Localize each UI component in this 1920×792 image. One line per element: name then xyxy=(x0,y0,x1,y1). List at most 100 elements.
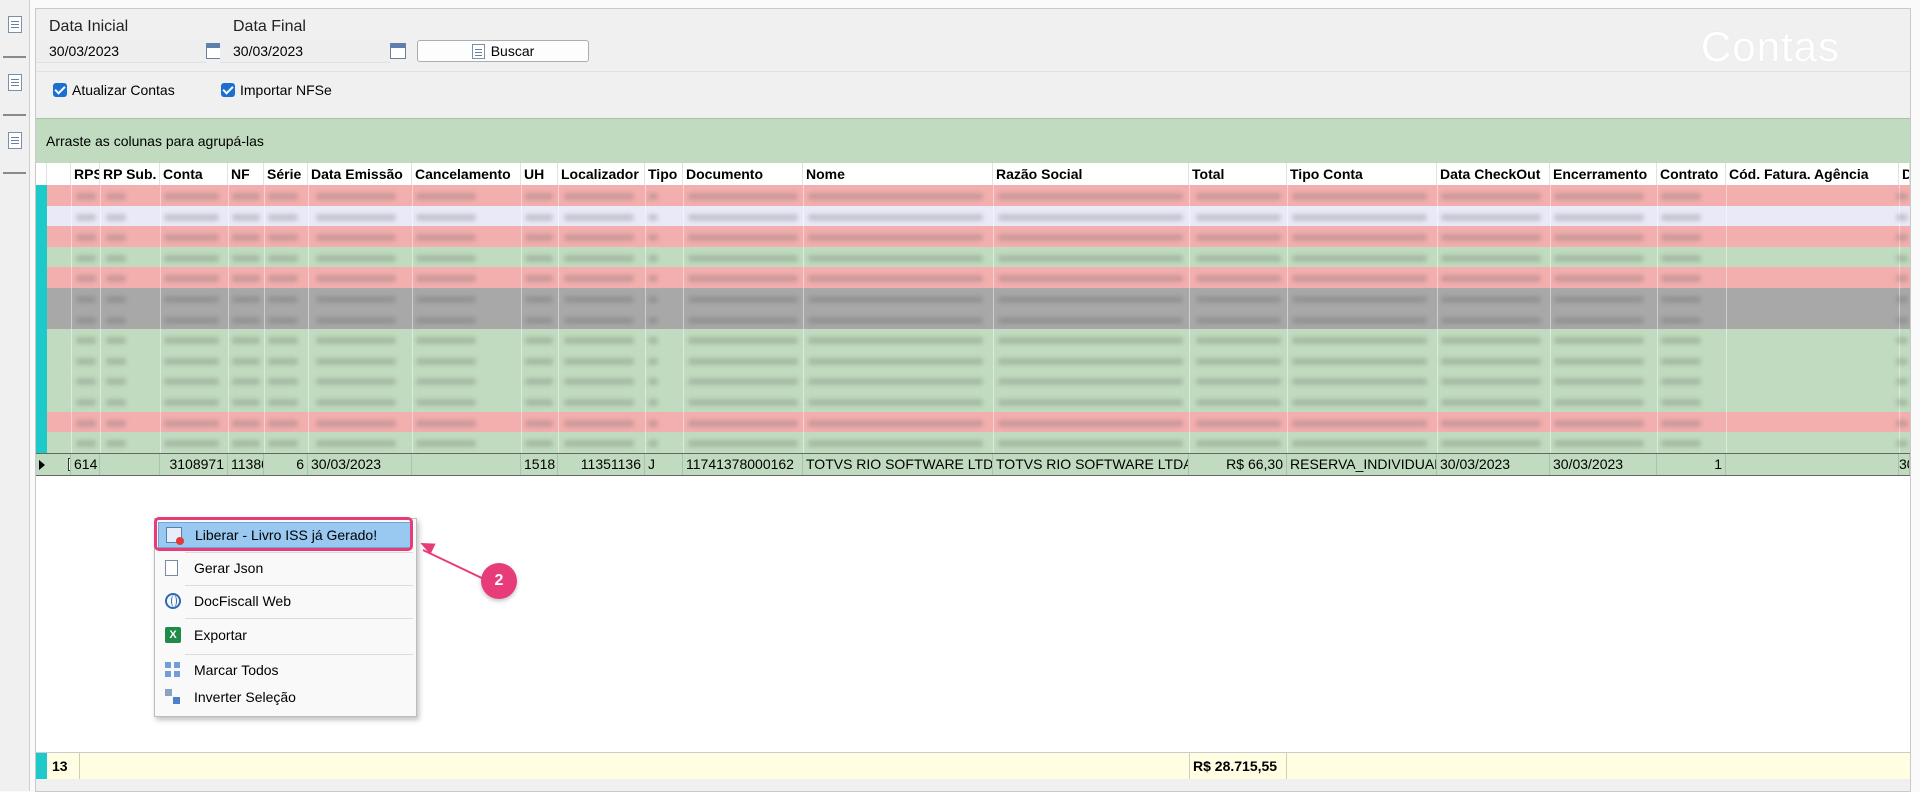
column-header[interactable]: Contrato xyxy=(1657,163,1726,185)
column-header[interactable]: Data CheckOut xyxy=(1437,163,1550,185)
table-row[interactable] xyxy=(36,370,1910,393)
table-row[interactable] xyxy=(36,411,1910,434)
table-row[interactable] xyxy=(36,205,1910,228)
column-header[interactable]: Localizador xyxy=(558,163,645,185)
column-divider xyxy=(264,267,265,289)
column-divider xyxy=(1287,288,1288,309)
column-header[interactable]: RP Sub. xyxy=(100,163,160,185)
column-divider xyxy=(228,246,229,268)
column-divider xyxy=(264,246,265,268)
selected-table-row[interactable]: 614 3108971 11380 6 30/03/2023 1518 1135… xyxy=(36,453,1910,476)
import-nfse-checkbox[interactable]: Importar NFSe xyxy=(221,82,332,98)
menu-item-marcar-todos[interactable]: Marcar Todos xyxy=(155,655,416,685)
column-header[interactable]: Tipo xyxy=(645,163,683,185)
redacted-cell xyxy=(564,193,634,200)
redacted-cell xyxy=(808,193,983,200)
column-divider xyxy=(1550,205,1551,227)
column-header[interactable]: Data Emissão xyxy=(308,163,412,185)
column-divider xyxy=(645,329,646,351)
table-row[interactable] xyxy=(36,185,1910,207)
menu-item-docfiscall-web[interactable]: DocFiscall Web xyxy=(155,586,416,616)
column-divider xyxy=(1189,205,1190,227)
column-header[interactable]: Conta xyxy=(160,163,228,185)
redacted-cell xyxy=(808,275,983,283)
calendar-icon[interactable] xyxy=(390,43,406,59)
column-divider xyxy=(264,391,265,412)
column-divider xyxy=(803,226,804,248)
column-divider xyxy=(71,288,72,309)
redacted-cell xyxy=(164,316,219,324)
column-header[interactable]: Tipo Conta xyxy=(1287,163,1437,185)
redacted-cell xyxy=(76,193,96,200)
json-doc-icon xyxy=(165,560,178,576)
redacted-cell xyxy=(1896,234,1908,242)
redacted-cell xyxy=(1661,296,1701,303)
column-divider xyxy=(803,370,804,392)
redacted-cell xyxy=(1196,337,1281,345)
redacted-cell xyxy=(1554,275,1644,283)
redacted-cell xyxy=(416,399,476,406)
column-header[interactable]: Total xyxy=(1189,163,1287,185)
redacted-cell xyxy=(106,296,126,303)
menu-item-exportar[interactable]: X Exportar xyxy=(155,620,416,650)
group-by-panel[interactable]: Arraste as colunas para agrupá-las xyxy=(36,118,1910,163)
table-row[interactable] xyxy=(36,308,1910,331)
redacted-cell xyxy=(1292,378,1427,386)
redacted-cell xyxy=(1661,275,1701,283)
column-header[interactable]: Nome xyxy=(803,163,993,185)
column-header[interactable]: Série xyxy=(264,163,308,185)
start-date-input[interactable]: 30/03/2023 xyxy=(36,39,206,63)
redacted-cell xyxy=(1554,419,1644,427)
table-row[interactable] xyxy=(36,432,1910,455)
redacted-cell xyxy=(164,193,219,200)
column-header[interactable]: Documento xyxy=(683,163,803,185)
end-date-input[interactable]: 30/03/2023 xyxy=(220,39,390,63)
row-select-cell[interactable] xyxy=(47,454,71,475)
menu-item-inverter-selecao[interactable]: Inverter Seleção xyxy=(155,682,416,712)
column-divider xyxy=(100,246,101,268)
left-toolbar-button-3[interactable] xyxy=(3,122,26,174)
window-title: Contas xyxy=(1700,23,1840,70)
column-divider xyxy=(308,308,309,330)
column-divider xyxy=(1189,329,1190,351)
redacted-cell xyxy=(808,378,983,386)
table-row[interactable] xyxy=(36,288,1910,310)
column-divider xyxy=(803,288,804,309)
redacted-cell xyxy=(808,296,983,303)
redacted-cell xyxy=(268,357,298,365)
column-header[interactable]: Dat xyxy=(1899,163,1910,185)
row-indicator xyxy=(36,349,47,372)
table-row[interactable] xyxy=(36,349,1910,372)
column-header[interactable]: Encerramento xyxy=(1550,163,1657,185)
menu-item-gerar-json[interactable]: Gerar Json xyxy=(155,553,416,583)
redacted-cell xyxy=(648,399,658,406)
column-divider xyxy=(71,432,72,454)
left-toolbar-button-1[interactable] xyxy=(3,6,26,58)
table-row[interactable] xyxy=(36,329,1910,352)
column-divider xyxy=(683,370,684,392)
filter-panel: Data Inicial 30/03/2023 Data Final 30/03… xyxy=(36,9,1910,71)
redacted-cell xyxy=(564,213,634,221)
column-header[interactable]: Razão Social xyxy=(993,163,1189,185)
redacted-cell xyxy=(808,419,983,427)
table-row[interactable] xyxy=(36,267,1910,290)
search-button[interactable]: Buscar xyxy=(417,40,589,62)
redacted-cell xyxy=(564,254,634,262)
column-divider xyxy=(228,185,229,206)
left-toolbar-button-2[interactable] xyxy=(3,64,26,116)
column-header[interactable]: Cód. Fatura. Agência xyxy=(1726,163,1899,185)
column-header[interactable]: UH xyxy=(521,163,558,185)
column-divider xyxy=(308,411,309,433)
table-row[interactable] xyxy=(36,226,1910,249)
column-header[interactable]: NF xyxy=(228,163,264,185)
column-divider xyxy=(1726,329,1727,351)
table-row[interactable] xyxy=(36,391,1910,413)
table-row[interactable] xyxy=(36,246,1910,269)
column-header[interactable]: RPS xyxy=(71,163,100,185)
column-divider xyxy=(308,246,309,268)
update-accounts-checkbox[interactable]: Atualizar Contas xyxy=(53,82,175,98)
column-header[interactable]: Cancelamento xyxy=(412,163,521,185)
column-divider xyxy=(683,205,684,227)
column-divider xyxy=(308,185,309,206)
redacted-cell xyxy=(1292,193,1427,200)
